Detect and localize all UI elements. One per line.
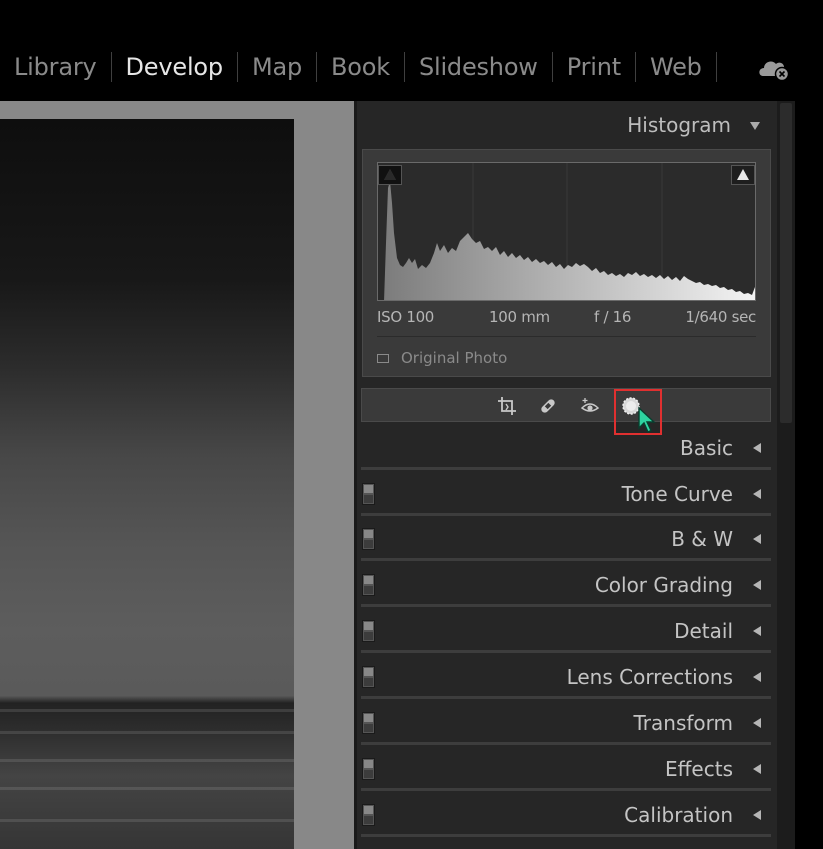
histogram-panel: ISO 100 100 mm f / 16 1/640 sec Original… [362,149,771,377]
expand-triangle-icon[interactable] [753,534,761,544]
module-web[interactable]: Web [636,46,716,88]
red-eye-icon [580,398,600,412]
panel-scrollbar-thumb[interactable] [780,103,792,423]
lens-corrections-enable-switch[interactable] [362,666,375,688]
photo-wave [0,731,294,734]
module-slideshow-label[interactable]: Slideshow [405,53,552,81]
section-tone-curve[interactable]: Tone Curve [361,472,771,516]
expand-triangle-icon[interactable] [753,489,761,499]
expand-triangle-icon[interactable] [753,443,761,453]
healing-tool-button[interactable] [535,393,561,419]
cloud-sync-error-icon[interactable] [757,54,791,82]
module-library[interactable]: Library [0,46,111,88]
photo-wave [0,759,294,762]
expand-triangle-icon[interactable] [753,718,761,728]
transform-enable-switch[interactable] [362,712,375,734]
develop-right-panel: Histogram ISO 100 100 mm f / 16 1/640 se… [357,101,777,849]
module-develop[interactable]: Develop [112,46,237,88]
histogram-divider [377,336,756,337]
histogram-title: Histogram [627,113,731,137]
shadow-clipping-toggle-icon[interactable] [378,165,402,185]
exif-focal-length: 100 mm [489,308,550,326]
original-photo-label: Original Photo [401,349,508,367]
section-detail-title: Detail [674,619,733,643]
module-book-label[interactable]: Book [317,53,404,81]
window-edge [795,101,823,849]
module-develop-label[interactable]: Develop [112,53,237,81]
histogram-header[interactable]: Histogram [357,101,777,149]
module-map[interactable]: Map [238,46,316,88]
module-book[interactable]: Book [317,46,404,88]
exif-aperture: f / 16 [594,308,632,326]
section-divider [361,513,771,516]
section-divider [361,742,771,745]
module-map-label[interactable]: Map [238,53,316,81]
module-slideshow[interactable]: Slideshow [405,46,552,88]
section-divider [361,834,771,837]
module-separator [715,52,717,82]
section-calibration-title: Calibration [624,803,733,827]
section-detail[interactable]: Detail [361,609,771,653]
section-transform-title: Transform [633,711,733,735]
calibration-enable-switch[interactable] [362,804,375,826]
red-eye-tool-button[interactable] [577,393,603,419]
section-basic-title: Basic [680,436,733,460]
tone-curve-enable-switch[interactable] [362,483,375,505]
section-transform[interactable]: Transform [361,701,771,745]
exif-shutter: 1/640 sec [685,308,756,326]
crop-tool-button[interactable] [494,393,520,419]
section-lens-corrections-title: Lens Corrections [566,665,733,689]
module-print[interactable]: Print [553,46,635,88]
section-calibration[interactable]: Calibration [361,793,771,837]
photo-canvas-area[interactable] [0,101,354,849]
module-print-label[interactable]: Print [553,53,635,81]
expand-triangle-icon[interactable] [753,626,761,636]
module-picker: Library Develop Map Book Slideshow Print… [0,0,823,100]
original-photo-toggle[interactable]: Original Photo [377,348,507,368]
section-color-grading[interactable]: Color Grading [361,563,771,607]
healing-icon [541,399,555,413]
collapse-triangle-icon[interactable] [750,122,760,130]
section-divider [361,650,771,653]
photo-wave [0,709,294,712]
section-divider [361,788,771,791]
expand-triangle-icon[interactable] [753,672,761,682]
section-lens-corrections[interactable]: Lens Corrections [361,655,771,699]
original-photo-checkbox[interactable] [377,353,389,363]
effects-enable-switch[interactable] [362,758,375,780]
photo-wave [0,787,294,790]
section-bw-title: B & W [671,527,733,551]
section-tone-curve-title: Tone Curve [621,482,733,506]
highlight-clipping-toggle-icon[interactable] [731,165,755,185]
section-divider [361,558,771,561]
crop-icon [498,397,516,415]
expand-triangle-icon[interactable] [753,810,761,820]
tool-strip [361,388,771,435]
photo-wave [0,819,294,822]
histogram-plot [384,163,755,300]
detail-enable-switch[interactable] [362,620,375,642]
section-effects-title: Effects [665,757,733,781]
module-library-label[interactable]: Library [0,53,111,81]
bw-enable-switch[interactable] [362,528,375,550]
expand-triangle-icon[interactable] [753,580,761,590]
photo-preview[interactable] [0,119,294,849]
module-web-label[interactable]: Web [636,53,716,81]
section-color-grading-title: Color Grading [594,573,733,597]
section-effects[interactable]: Effects [361,747,771,791]
exif-info: ISO 100 100 mm f / 16 1/640 sec [377,308,756,330]
histogram-graph[interactable] [377,162,756,301]
exif-iso: ISO 100 [377,308,435,326]
section-divider [361,604,771,607]
expand-triangle-icon[interactable] [753,764,761,774]
module-tabs: Library Develop Map Book Slideshow Print… [0,46,717,88]
section-bw[interactable]: B & W [361,517,771,561]
section-divider [361,696,771,699]
section-divider [361,467,771,470]
section-basic[interactable]: Basic [361,426,771,470]
color-grading-enable-switch[interactable] [362,574,375,596]
panel-scrollbar[interactable] [777,101,795,849]
